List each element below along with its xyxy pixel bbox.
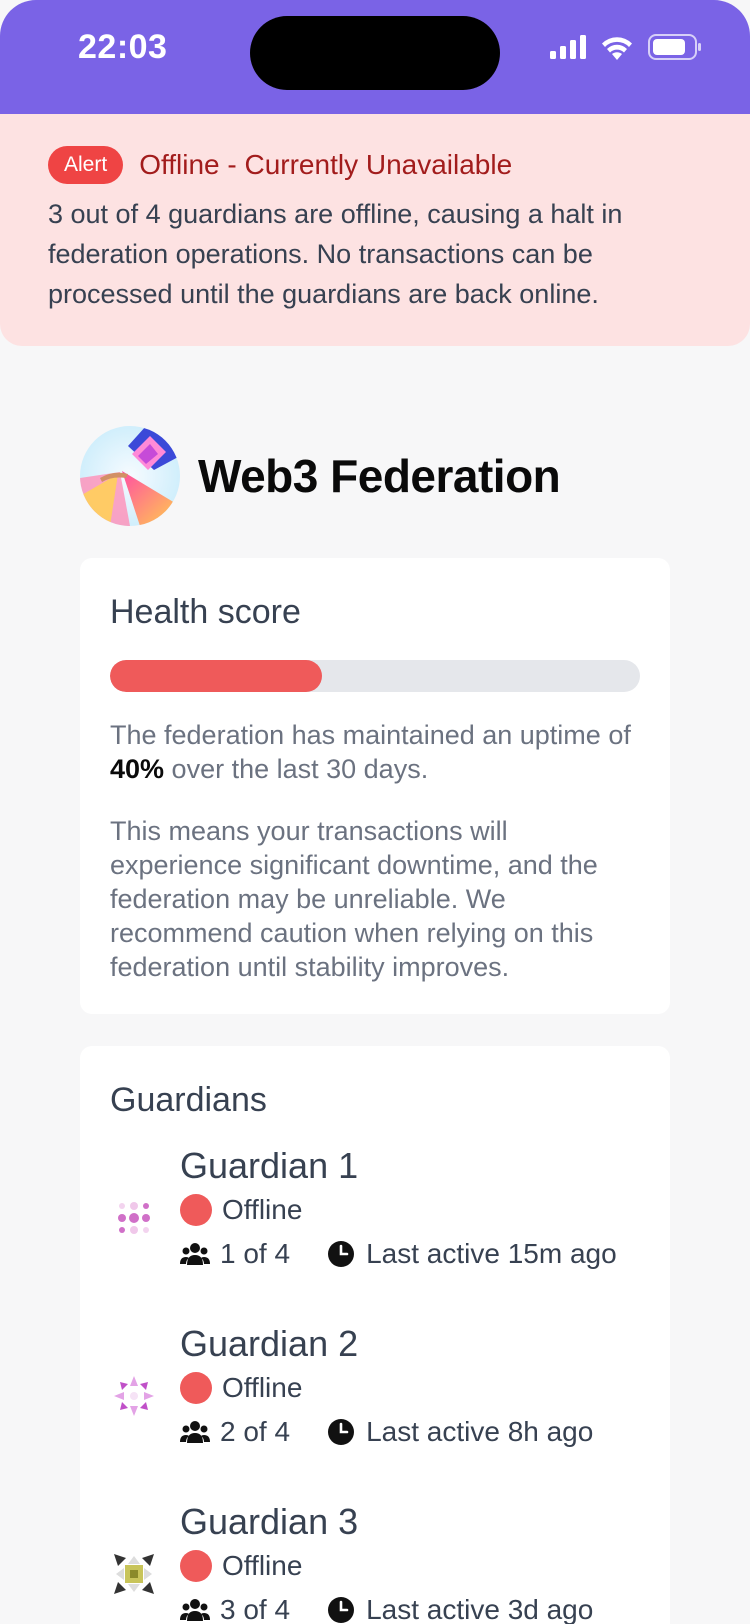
guardian-info: Guardian 3 Offline 3 of 4 Last active 3d… bbox=[180, 1500, 593, 1624]
guardian-name: Guardian 2 bbox=[180, 1323, 359, 1364]
guardian-position: 1 of 4 bbox=[220, 1238, 291, 1269]
health-progress-fill bbox=[110, 660, 322, 692]
federation-avatar bbox=[80, 426, 180, 526]
guardians-list: Guardian 1 Offline 1 of 4 Last active 15… bbox=[110, 1144, 640, 1624]
alert-header: Alert Offline - Currently Unavailable bbox=[48, 146, 702, 184]
federation-name: Web3 Federation bbox=[198, 450, 561, 502]
wifi-icon bbox=[602, 37, 632, 60]
signal-icon bbox=[550, 35, 586, 59]
guardian-row[interactable]: Guardian 1 Offline 1 of 4 Last active 15… bbox=[110, 1144, 640, 1322]
status-bar: 22:03 bbox=[0, 0, 750, 114]
guardian-row[interactable]: Guardian 2 Offline 2 of 4 Last active 8h… bbox=[110, 1322, 640, 1500]
guardian-avatar-icon bbox=[114, 1554, 154, 1594]
clock-icon bbox=[328, 1419, 355, 1445]
guardian-last-active: Last active 8h ago bbox=[366, 1416, 594, 1447]
guardian-meta: 2 of 4 Last active 8h ago bbox=[180, 1416, 593, 1448]
users-icon bbox=[180, 1599, 210, 1621]
guardian-avatar-icon bbox=[114, 1376, 154, 1416]
clock-icon bbox=[328, 1241, 355, 1267]
guardian-name: Guardian 3 bbox=[180, 1501, 359, 1542]
guardian-last-active: Last active 3d ago bbox=[366, 1594, 594, 1624]
status-time: 22:03 bbox=[78, 28, 168, 66]
alert-badge: Alert bbox=[48, 146, 124, 184]
guardian-status-label: Offline bbox=[222, 1194, 303, 1225]
guardians-title: Guardians bbox=[110, 1081, 267, 1119]
alert-title: Offline - Currently Unavailable bbox=[139, 149, 513, 180]
health-score-title: Health score bbox=[110, 593, 301, 631]
offline-alert-banner: Alert Offline - Currently Unavailable 3 … bbox=[0, 114, 750, 346]
health-score-card: Health score The federation has maintain… bbox=[80, 558, 670, 1014]
uptime-prefix: The federation has maintained an uptime … bbox=[110, 720, 631, 750]
guardian-position: 3 of 4 bbox=[220, 1594, 291, 1624]
guardian-status: Offline bbox=[180, 1550, 593, 1582]
dynamic-island bbox=[250, 16, 500, 90]
guardian-status-label: Offline bbox=[222, 1372, 303, 1403]
health-progress-bar bbox=[110, 660, 640, 692]
guardian-status-label: Offline bbox=[222, 1550, 303, 1581]
guardians-card: Guardians Guardian 1 Offline 1 of 4 Last… bbox=[80, 1046, 670, 1624]
offline-status-dot bbox=[180, 1194, 212, 1226]
offline-status-dot bbox=[180, 1550, 212, 1582]
alert-message: 3 out of 4 guardians are offline, causin… bbox=[48, 199, 623, 309]
health-explanation: This means your transactions will experi… bbox=[110, 816, 598, 982]
guardian-info: Guardian 1 Offline 1 of 4 Last active 15… bbox=[180, 1144, 617, 1270]
guardian-avatar-icon bbox=[118, 1202, 150, 1234]
guardian-position: 2 of 4 bbox=[220, 1416, 291, 1447]
status-icons bbox=[550, 34, 702, 60]
guardian-name: Guardian 1 bbox=[180, 1145, 359, 1186]
users-icon bbox=[180, 1243, 210, 1265]
battery-icon bbox=[648, 34, 701, 60]
federation-header: Web3 Federation bbox=[80, 426, 561, 526]
uptime-value: 40% bbox=[110, 754, 165, 784]
guardian-meta: 1 of 4 Last active 15m ago bbox=[180, 1238, 617, 1270]
uptime-suffix: over the last 30 days. bbox=[164, 754, 429, 784]
users-icon bbox=[180, 1421, 210, 1443]
guardian-meta: 3 of 4 Last active 3d ago bbox=[180, 1594, 593, 1624]
clock-icon bbox=[328, 1597, 355, 1623]
guardian-info: Guardian 2 Offline 2 of 4 Last active 8h… bbox=[180, 1322, 593, 1448]
guardian-last-active: Last active 15m ago bbox=[366, 1238, 617, 1269]
guardian-status: Offline bbox=[180, 1194, 617, 1226]
guardian-row[interactable]: Guardian 3 Offline 3 of 4 Last active 3d… bbox=[110, 1500, 640, 1624]
guardian-status: Offline bbox=[180, 1372, 593, 1404]
uptime-text: The federation has maintained an uptime … bbox=[110, 718, 640, 786]
offline-status-dot bbox=[180, 1372, 212, 1404]
